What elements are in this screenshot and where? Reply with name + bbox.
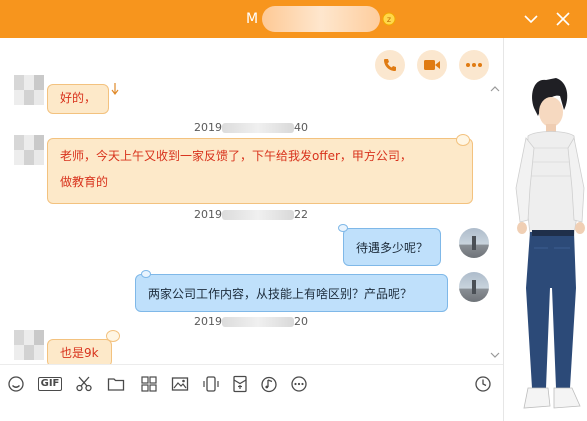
phone-icon [384, 59, 396, 71]
window-title: M z [246, 6, 396, 32]
message-bubble: 好的， [47, 84, 110, 114]
timestamp: 2019 22 [194, 208, 308, 221]
timestamp: 2019 40 [194, 121, 308, 134]
gif-button[interactable]: GIF [37, 375, 63, 393]
smile-icon[interactable] [7, 375, 25, 393]
message-bubble: 两家公司工作内容，从技能上有啥区别？产品呢？ [135, 274, 448, 312]
timestamp-blurred [222, 210, 294, 220]
avatar-figure-illustration [515, 78, 585, 409]
message-text: 也是9k [60, 346, 99, 360]
scroll-up-icon[interactable] [490, 84, 500, 94]
avatar-show-panel [504, 38, 587, 421]
cloud-decoration [141, 270, 151, 278]
voice-call-button[interactable] [375, 50, 405, 80]
message-text: 好的， [60, 91, 97, 105]
message-input[interactable] [0, 400, 503, 421]
message-bubble: 老师，今天上午又收到一家反馈了，下午给我发offer，甲方公司， 做教育的 [47, 138, 473, 204]
music-icon[interactable] [260, 375, 278, 393]
avatar[interactable] [14, 330, 44, 360]
avatar[interactable] [14, 75, 44, 105]
screenshot-icon[interactable] [140, 375, 158, 393]
timestamp: 2019 20 [194, 315, 308, 328]
message-line: 做教育的 [60, 175, 109, 189]
shake-icon[interactable] [202, 375, 220, 393]
more-horizontal-icon [466, 63, 482, 67]
chevron-down-icon[interactable] [522, 10, 540, 28]
more-actions-button[interactable] [459, 50, 489, 80]
avatar[interactable] [14, 135, 44, 165]
svg-text:z: z [387, 15, 391, 24]
scissors-icon[interactable] [75, 375, 93, 393]
cloud-decoration [338, 224, 348, 232]
contact-name: M [246, 11, 259, 27]
cloud-decoration [106, 330, 120, 342]
input-toolbar: GIF [0, 364, 503, 400]
video-call-button[interactable] [417, 50, 447, 80]
ribbon-decoration-icon [111, 83, 119, 95]
gif-icon: GIF [37, 377, 63, 391]
scroll-down-icon[interactable] [490, 350, 500, 360]
cloud-decoration [456, 134, 470, 146]
clock-icon[interactable] [474, 375, 492, 393]
title-bar: M z [0, 0, 587, 38]
contact-name-blurred [262, 6, 381, 32]
message-line: 老师，今天上午又收到一家反馈了，下午给我发offer，甲方公司， [60, 149, 412, 163]
vip-badge-icon: z [382, 12, 396, 26]
message-list[interactable]: 好的， 2019 40 老师，今天上午又收到一家反馈了，下午给我发offer，甲方… [0, 38, 503, 364]
message-bubble: 也是9k [47, 339, 112, 364]
message-bubble: 待遇多少呢？ [343, 228, 442, 266]
message-text: 待遇多少呢？ [356, 241, 429, 255]
folder-icon[interactable] [107, 375, 125, 393]
avatar[interactable] [459, 272, 489, 302]
image-icon[interactable] [171, 375, 189, 393]
message-text: 两家公司工作内容，从技能上有啥区别？产品呢？ [148, 287, 413, 301]
red-packet-icon[interactable] [231, 375, 249, 393]
timestamp-blurred [222, 123, 294, 133]
video-camera-icon [424, 60, 440, 70]
close-icon[interactable] [554, 10, 572, 28]
avatar[interactable] [459, 228, 489, 258]
timestamp-blurred [222, 317, 294, 327]
more-circle-icon[interactable] [290, 375, 308, 393]
